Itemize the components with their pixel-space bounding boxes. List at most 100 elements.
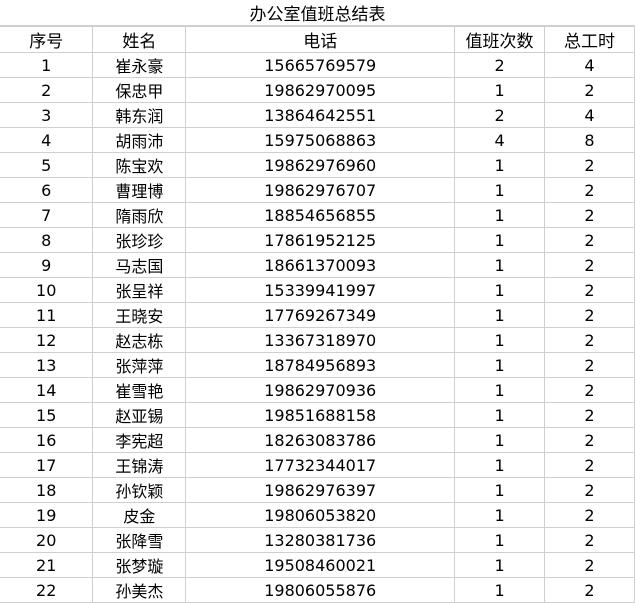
cell-shift-count[interactable]: 1 [454, 252, 546, 278]
cell-phone[interactable]: 18263083786 [185, 427, 456, 453]
cell-name[interactable]: 保忠甲 [92, 77, 187, 103]
cell-total-hours[interactable]: 2 [544, 502, 635, 528]
cell-seq[interactable]: 14 [0, 377, 94, 403]
cell-total-hours[interactable]: 4 [544, 52, 635, 78]
cell-phone[interactable]: 19851688158 [185, 402, 456, 428]
cell-total-hours[interactable]: 2 [544, 527, 635, 553]
cell-name[interactable]: 王晓安 [92, 302, 187, 328]
cell-total-hours[interactable]: 2 [544, 352, 635, 378]
cell-phone[interactable]: 15665769579 [185, 52, 456, 78]
cell-phone[interactable]: 19806053820 [185, 502, 456, 528]
cell-shift-count[interactable]: 1 [454, 277, 546, 303]
cell-name[interactable]: 胡雨沛 [92, 127, 187, 153]
cell-seq[interactable]: 5 [0, 152, 94, 178]
cell-phone[interactable]: 18661370093 [185, 252, 456, 278]
cell-shift-count[interactable]: 1 [454, 352, 546, 378]
cell-name[interactable]: 赵志栋 [92, 327, 187, 353]
cell-total-hours[interactable]: 2 [544, 252, 635, 278]
cell-name[interactable]: 张呈祥 [92, 277, 187, 303]
cell-phone[interactable]: 18854656855 [185, 202, 456, 228]
cell-shift-count[interactable]: 2 [454, 52, 546, 78]
cell-shift-count[interactable]: 1 [454, 177, 546, 203]
cell-name[interactable]: 张梦璇 [92, 552, 187, 578]
cell-shift-count[interactable]: 4 [454, 127, 546, 153]
cell-total-hours[interactable]: 2 [544, 277, 635, 303]
cell-phone[interactable]: 13864642551 [185, 102, 456, 128]
cell-shift-count[interactable]: 1 [454, 77, 546, 103]
cell-seq[interactable]: 2 [0, 77, 94, 103]
cell-shift-count[interactable]: 1 [454, 402, 546, 428]
header-cell-shift-count[interactable]: 值班次数 [454, 26, 546, 53]
cell-name[interactable]: 赵亚锡 [92, 402, 187, 428]
cell-seq[interactable]: 6 [0, 177, 94, 203]
cell-shift-count[interactable]: 1 [454, 327, 546, 353]
cell-phone[interactable]: 18784956893 [185, 352, 456, 378]
cell-seq[interactable]: 16 [0, 427, 94, 453]
cell-total-hours[interactable]: 2 [544, 377, 635, 403]
cell-total-hours[interactable]: 2 [544, 552, 635, 578]
cell-name[interactable]: 张降雪 [92, 527, 187, 553]
cell-seq[interactable]: 12 [0, 327, 94, 353]
cell-phone[interactable]: 17732344017 [185, 452, 456, 478]
cell-total-hours[interactable]: 2 [544, 152, 635, 178]
cell-name[interactable]: 孙美杰 [92, 577, 187, 603]
cell-name[interactable]: 孙钦颖 [92, 477, 187, 503]
cell-shift-count[interactable]: 1 [454, 452, 546, 478]
cell-shift-count[interactable]: 1 [454, 527, 546, 553]
cell-total-hours[interactable]: 2 [544, 77, 635, 103]
cell-phone[interactable]: 19862970936 [185, 377, 456, 403]
cell-shift-count[interactable]: 1 [454, 227, 546, 253]
cell-total-hours[interactable]: 2 [544, 452, 635, 478]
cell-name[interactable]: 马志国 [92, 252, 187, 278]
cell-total-hours[interactable]: 2 [544, 402, 635, 428]
cell-seq[interactable]: 21 [0, 552, 94, 578]
cell-seq[interactable]: 10 [0, 277, 94, 303]
sheet-title-cell[interactable]: 办公室值班总结表 [0, 0, 635, 26]
header-cell-seq[interactable]: 序号 [0, 26, 94, 53]
cell-phone[interactable]: 15975068863 [185, 127, 456, 153]
cell-total-hours[interactable]: 2 [544, 227, 635, 253]
header-cell-name[interactable]: 姓名 [92, 26, 187, 53]
cell-name[interactable]: 张萍萍 [92, 352, 187, 378]
cell-total-hours[interactable]: 2 [544, 177, 635, 203]
cell-total-hours[interactable]: 4 [544, 102, 635, 128]
cell-seq[interactable]: 7 [0, 202, 94, 228]
cell-phone[interactable]: 19862976397 [185, 477, 456, 503]
cell-name[interactable]: 曹理博 [92, 177, 187, 203]
cell-name[interactable]: 皮金 [92, 502, 187, 528]
cell-phone[interactable]: 17769267349 [185, 302, 456, 328]
cell-seq[interactable]: 17 [0, 452, 94, 478]
cell-seq[interactable]: 9 [0, 252, 94, 278]
cell-shift-count[interactable]: 1 [454, 377, 546, 403]
cell-phone[interactable]: 17861952125 [185, 227, 456, 253]
cell-total-hours[interactable]: 8 [544, 127, 635, 153]
cell-shift-count[interactable]: 2 [454, 102, 546, 128]
cell-seq[interactable]: 4 [0, 127, 94, 153]
cell-seq[interactable]: 13 [0, 352, 94, 378]
cell-name[interactable]: 崔永豪 [92, 52, 187, 78]
cell-shift-count[interactable]: 1 [454, 577, 546, 603]
cell-seq[interactable]: 3 [0, 102, 94, 128]
cell-seq[interactable]: 18 [0, 477, 94, 503]
cell-seq[interactable]: 1 [0, 52, 94, 78]
cell-name[interactable]: 韩东润 [92, 102, 187, 128]
cell-shift-count[interactable]: 1 [454, 202, 546, 228]
cell-total-hours[interactable]: 2 [544, 302, 635, 328]
cell-shift-count[interactable]: 1 [454, 477, 546, 503]
cell-name[interactable]: 陈宝欢 [92, 152, 187, 178]
cell-shift-count[interactable]: 1 [454, 502, 546, 528]
header-cell-total-hours[interactable]: 总工时 [544, 26, 635, 53]
cell-seq[interactable]: 22 [0, 577, 94, 603]
cell-shift-count[interactable]: 1 [454, 152, 546, 178]
cell-seq[interactable]: 8 [0, 227, 94, 253]
cell-seq[interactable]: 11 [0, 302, 94, 328]
cell-shift-count[interactable]: 1 [454, 552, 546, 578]
cell-seq[interactable]: 15 [0, 402, 94, 428]
cell-seq[interactable]: 20 [0, 527, 94, 553]
cell-total-hours[interactable]: 2 [544, 327, 635, 353]
cell-total-hours[interactable]: 2 [544, 577, 635, 603]
cell-phone[interactable]: 19862970095 [185, 77, 456, 103]
cell-phone[interactable]: 19508460021 [185, 552, 456, 578]
cell-phone[interactable]: 19862976707 [185, 177, 456, 203]
cell-phone[interactable]: 15339941997 [185, 277, 456, 303]
